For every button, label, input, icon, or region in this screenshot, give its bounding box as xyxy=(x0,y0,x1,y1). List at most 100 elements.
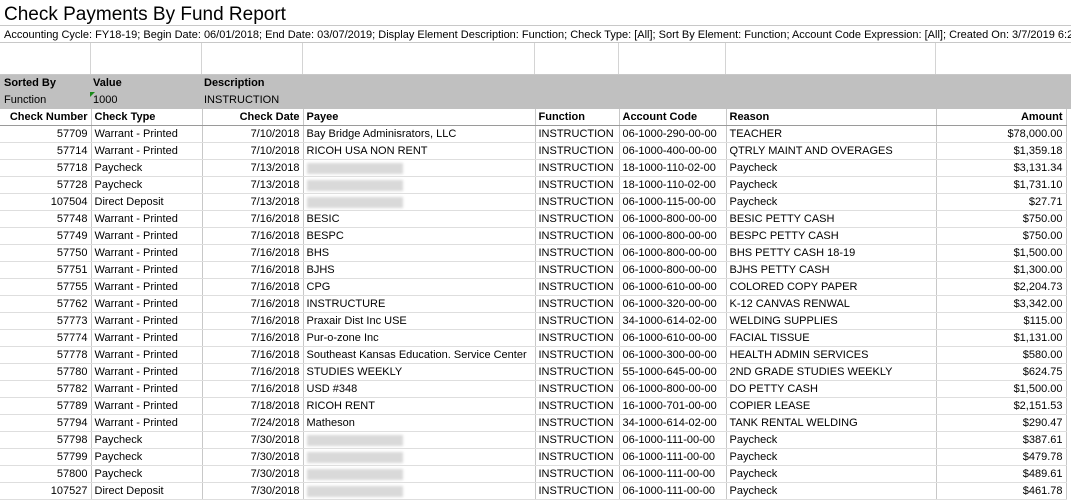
function-cell[interactable]: INSTRUCTION xyxy=(535,397,620,415)
amount-cell[interactable]: $27.71 xyxy=(936,193,1067,211)
check-type-cell[interactable]: Paycheck xyxy=(91,176,203,194)
check-type-cell[interactable]: Warrant - Printed xyxy=(91,414,203,432)
check-number-cell[interactable]: 57728 xyxy=(0,176,92,194)
check-date-cell[interactable]: 7/16/2018 xyxy=(202,380,304,398)
amount-cell[interactable]: $387.61 xyxy=(936,431,1067,449)
function-cell[interactable]: INSTRUCTION xyxy=(535,193,620,211)
check-number-cell[interactable]: 57778 xyxy=(0,346,92,364)
account-code-cell[interactable]: 06-1000-290-00-00 xyxy=(619,125,727,143)
check-number-cell[interactable]: 57748 xyxy=(0,210,92,228)
reason-cell[interactable]: K-12 CANVAS RENWAL xyxy=(726,295,937,313)
check-number-cell[interactable]: 57709 xyxy=(0,125,92,143)
reason-cell[interactable]: BESIC PETTY CASH xyxy=(726,210,937,228)
amount-cell[interactable]: $1,359.18 xyxy=(936,142,1067,160)
amount-cell[interactable]: $3,342.00 xyxy=(936,295,1067,313)
function-cell[interactable]: INSTRUCTION xyxy=(535,312,620,330)
check-type-cell[interactable]: Warrant - Printed xyxy=(91,312,203,330)
account-code-cell[interactable]: 06-1000-610-00-00 xyxy=(619,329,727,347)
account-code-cell[interactable]: 34-1000-614-02-00 xyxy=(619,312,727,330)
amount-cell[interactable]: $290.47 xyxy=(936,414,1067,432)
payee-cell[interactable] xyxy=(303,193,536,211)
reason-cell[interactable]: Paycheck xyxy=(726,482,937,500)
check-date-cell[interactable]: 7/24/2018 xyxy=(202,414,304,432)
function-cell[interactable]: INSTRUCTION xyxy=(535,159,620,177)
account-code-cell[interactable]: 34-1000-614-02-00 xyxy=(619,414,727,432)
reason-cell[interactable]: FACIAL TISSUE xyxy=(726,329,937,347)
payee-cell[interactable]: STUDIES WEEKLY xyxy=(303,363,536,381)
check-date-cell[interactable]: 7/30/2018 xyxy=(202,482,304,500)
payee-cell[interactable] xyxy=(303,482,536,500)
payee-cell[interactable]: Praxair Dist Inc USE xyxy=(303,312,536,330)
sort-description[interactable]: INSTRUCTION xyxy=(204,92,279,109)
check-type-cell[interactable]: Direct Deposit xyxy=(91,193,203,211)
payee-cell[interactable] xyxy=(303,176,536,194)
check-date-cell[interactable]: 7/30/2018 xyxy=(202,465,304,483)
amount-cell[interactable]: $1,500.00 xyxy=(936,244,1067,262)
account-code-cell[interactable]: 06-1000-800-00-00 xyxy=(619,210,727,228)
reason-cell[interactable]: TANK RENTAL WELDING xyxy=(726,414,937,432)
check-number-cell[interactable]: 57798 xyxy=(0,431,92,449)
reason-cell[interactable]: WELDING SUPPLIES xyxy=(726,312,937,330)
account-code-cell[interactable]: 06-1000-800-00-00 xyxy=(619,244,727,262)
account-code-cell[interactable]: 06-1000-800-00-00 xyxy=(619,227,727,245)
amount-cell[interactable]: $3,131.34 xyxy=(936,159,1067,177)
function-cell[interactable]: INSTRUCTION xyxy=(535,142,620,160)
function-cell[interactable]: INSTRUCTION xyxy=(535,295,620,313)
amount-cell[interactable]: $479.78 xyxy=(936,448,1067,466)
check-date-cell[interactable]: 7/10/2018 xyxy=(202,142,304,160)
check-type-cell[interactable]: Warrant - Printed xyxy=(91,363,203,381)
check-type-cell[interactable]: Warrant - Printed xyxy=(91,380,203,398)
check-number-cell[interactable]: 57750 xyxy=(0,244,92,262)
check-type-cell[interactable]: Warrant - Printed xyxy=(91,346,203,364)
amount-cell[interactable]: $115.00 xyxy=(936,312,1067,330)
check-type-cell[interactable]: Paycheck xyxy=(91,448,203,466)
payee-cell[interactable]: BESPC xyxy=(303,227,536,245)
account-code-cell[interactable]: 06-1000-111-00-00 xyxy=(619,431,727,449)
check-type-cell[interactable]: Warrant - Printed xyxy=(91,397,203,415)
account-code-cell[interactable]: 06-1000-320-00-00 xyxy=(619,295,727,313)
reason-cell[interactable]: Paycheck xyxy=(726,448,937,466)
check-date-cell[interactable]: 7/10/2018 xyxy=(202,125,304,143)
check-type-cell[interactable]: Warrant - Printed xyxy=(91,278,203,296)
check-number-cell[interactable]: 57755 xyxy=(0,278,92,296)
function-cell[interactable]: INSTRUCTION xyxy=(535,380,620,398)
reason-cell[interactable]: Paycheck xyxy=(726,159,937,177)
amount-cell[interactable]: $2,151.53 xyxy=(936,397,1067,415)
reason-cell[interactable]: 2ND GRADE STUDIES WEEKLY xyxy=(726,363,937,381)
col-header-amount[interactable]: Amount xyxy=(936,109,1067,126)
check-number-cell[interactable]: 57774 xyxy=(0,329,92,347)
check-number-cell[interactable]: 57714 xyxy=(0,142,92,160)
payee-cell[interactable]: CPG xyxy=(303,278,536,296)
check-date-cell[interactable]: 7/16/2018 xyxy=(202,346,304,364)
check-type-cell[interactable]: Warrant - Printed xyxy=(91,125,203,143)
account-code-cell[interactable]: 06-1000-800-00-00 xyxy=(619,380,727,398)
check-number-cell[interactable]: 57718 xyxy=(0,159,92,177)
account-code-cell[interactable]: 06-1000-300-00-00 xyxy=(619,346,727,364)
check-date-cell[interactable]: 7/13/2018 xyxy=(202,176,304,194)
account-code-cell[interactable]: 06-1000-800-00-00 xyxy=(619,261,727,279)
check-number-cell[interactable]: 107504 xyxy=(0,193,92,211)
function-cell[interactable]: INSTRUCTION xyxy=(535,482,620,500)
payee-cell[interactable]: BJHS xyxy=(303,261,536,279)
payee-cell[interactable]: Southeast Kansas Education. Service Cent… xyxy=(303,346,536,364)
check-type-cell[interactable]: Warrant - Printed xyxy=(91,329,203,347)
payee-cell[interactable]: Matheson xyxy=(303,414,536,432)
check-number-cell[interactable]: 57780 xyxy=(0,363,92,381)
function-cell[interactable]: INSTRUCTION xyxy=(535,465,620,483)
col-header-account-code[interactable]: Account Code xyxy=(619,109,727,126)
reason-cell[interactable]: HEALTH ADMIN SERVICES xyxy=(726,346,937,364)
reason-cell[interactable]: Paycheck xyxy=(726,193,937,211)
check-number-cell[interactable]: 57782 xyxy=(0,380,92,398)
account-code-cell[interactable]: 16-1000-701-00-00 xyxy=(619,397,727,415)
function-cell[interactable]: INSTRUCTION xyxy=(535,363,620,381)
check-date-cell[interactable]: 7/30/2018 xyxy=(202,431,304,449)
reason-cell[interactable]: BHS PETTY CASH 18-19 xyxy=(726,244,937,262)
function-cell[interactable]: INSTRUCTION xyxy=(535,176,620,194)
check-type-cell[interactable]: Warrant - Printed xyxy=(91,295,203,313)
reason-cell[interactable]: BESPC PETTY CASH xyxy=(726,227,937,245)
check-number-cell[interactable]: 57773 xyxy=(0,312,92,330)
amount-cell[interactable]: $2,204.73 xyxy=(936,278,1067,296)
col-header-check-date[interactable]: Check Date xyxy=(202,109,304,126)
reason-cell[interactable]: Paycheck xyxy=(726,465,937,483)
col-header-check-type[interactable]: Check Type xyxy=(91,109,203,126)
